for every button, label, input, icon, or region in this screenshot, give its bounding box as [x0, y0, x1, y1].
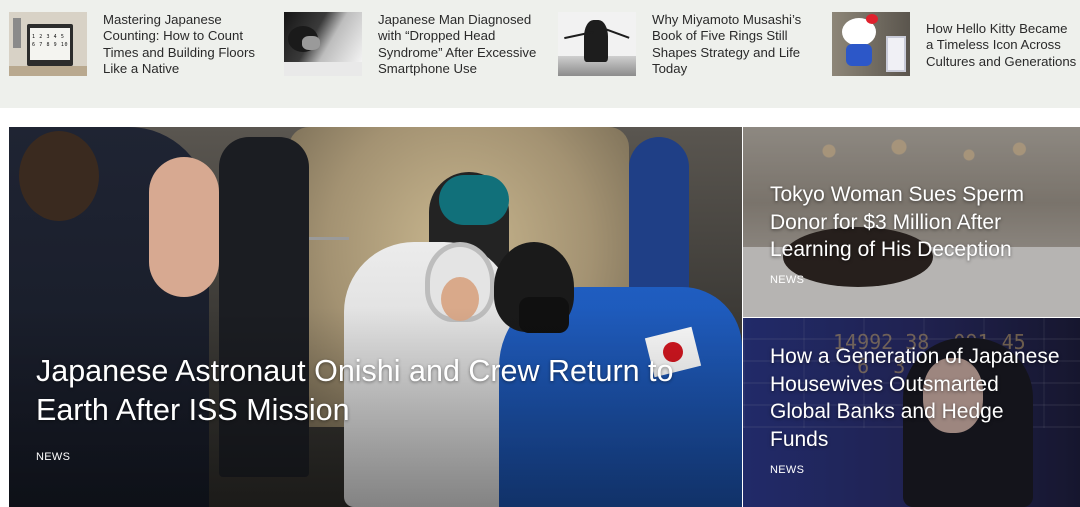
hero-category-label[interactable]: NEWS [36, 451, 70, 463]
strip-article-2[interactable]: Japanese Man Diagnosed with “Dropped Hea… [284, 12, 539, 102]
kitty-body [846, 44, 872, 66]
strip-article-title[interactable]: How Hello Kitty Became a Timeless Icon A… [926, 21, 1078, 70]
keypad-numbers: 1 2 3 4 5 6 7 8 9 10 [32, 34, 69, 48]
samurai-figure [584, 20, 608, 62]
strip-article-1[interactable]: 1 2 3 4 5 6 7 8 9 10 Mastering Japanese … [9, 12, 264, 102]
side-article-title[interactable]: How a Generation of Japanese Housewives … [770, 343, 1060, 453]
side-article-2[interactable]: 14992 38 091.45 6 3 69.99 3.55 How a Gen… [743, 318, 1080, 507]
face-shape [302, 36, 320, 50]
side-category-label[interactable]: NEWS [770, 464, 804, 476]
strip-article-title[interactable]: Japanese Man Diagnosed with “Dropped Hea… [378, 12, 538, 78]
card-shape [886, 36, 906, 72]
side-article-title[interactable]: Tokyo Woman Sues Sperm Donor for $3 Mill… [770, 181, 1060, 264]
strip-article-title[interactable]: Mastering Japanese Counting: How to Coun… [103, 12, 263, 78]
strip-article-3[interactable]: Why Miyamoto Musashi’s Book of Five Ring… [558, 12, 813, 102]
keypad-monitor-image[interactable]: 1 2 3 4 5 6 7 8 9 10 [9, 12, 87, 76]
lamp-shape [13, 18, 21, 48]
hero-title[interactable]: Japanese Astronaut Onishi and Crew Retur… [36, 352, 716, 430]
desk-shape [9, 66, 87, 76]
side-category-label[interactable]: NEWS [770, 274, 804, 286]
hello-kitty-image[interactable] [832, 12, 910, 76]
related-articles-strip: 1 2 3 4 5 6 7 8 9 10 Mastering Japanese … [0, 0, 1080, 108]
samurai-silhouette-image[interactable] [558, 12, 636, 76]
hero-article[interactable]: Japanese Astronaut Onishi and Crew Retur… [9, 127, 742, 507]
kitty-bow [866, 14, 878, 24]
strip-article-title[interactable]: Why Miyamoto Musashi’s Book of Five Ring… [652, 12, 812, 78]
hair-shape [439, 175, 509, 225]
head-shape [19, 131, 99, 221]
man-with-phone-image[interactable] [284, 12, 362, 76]
side-article-1[interactable]: Tokyo Woman Sues Sperm Donor for $3 Mill… [743, 127, 1080, 317]
clapping-hands-shape [149, 157, 219, 297]
strip-article-4[interactable]: How Hello Kitty Became a Timeless Icon A… [832, 12, 1080, 102]
